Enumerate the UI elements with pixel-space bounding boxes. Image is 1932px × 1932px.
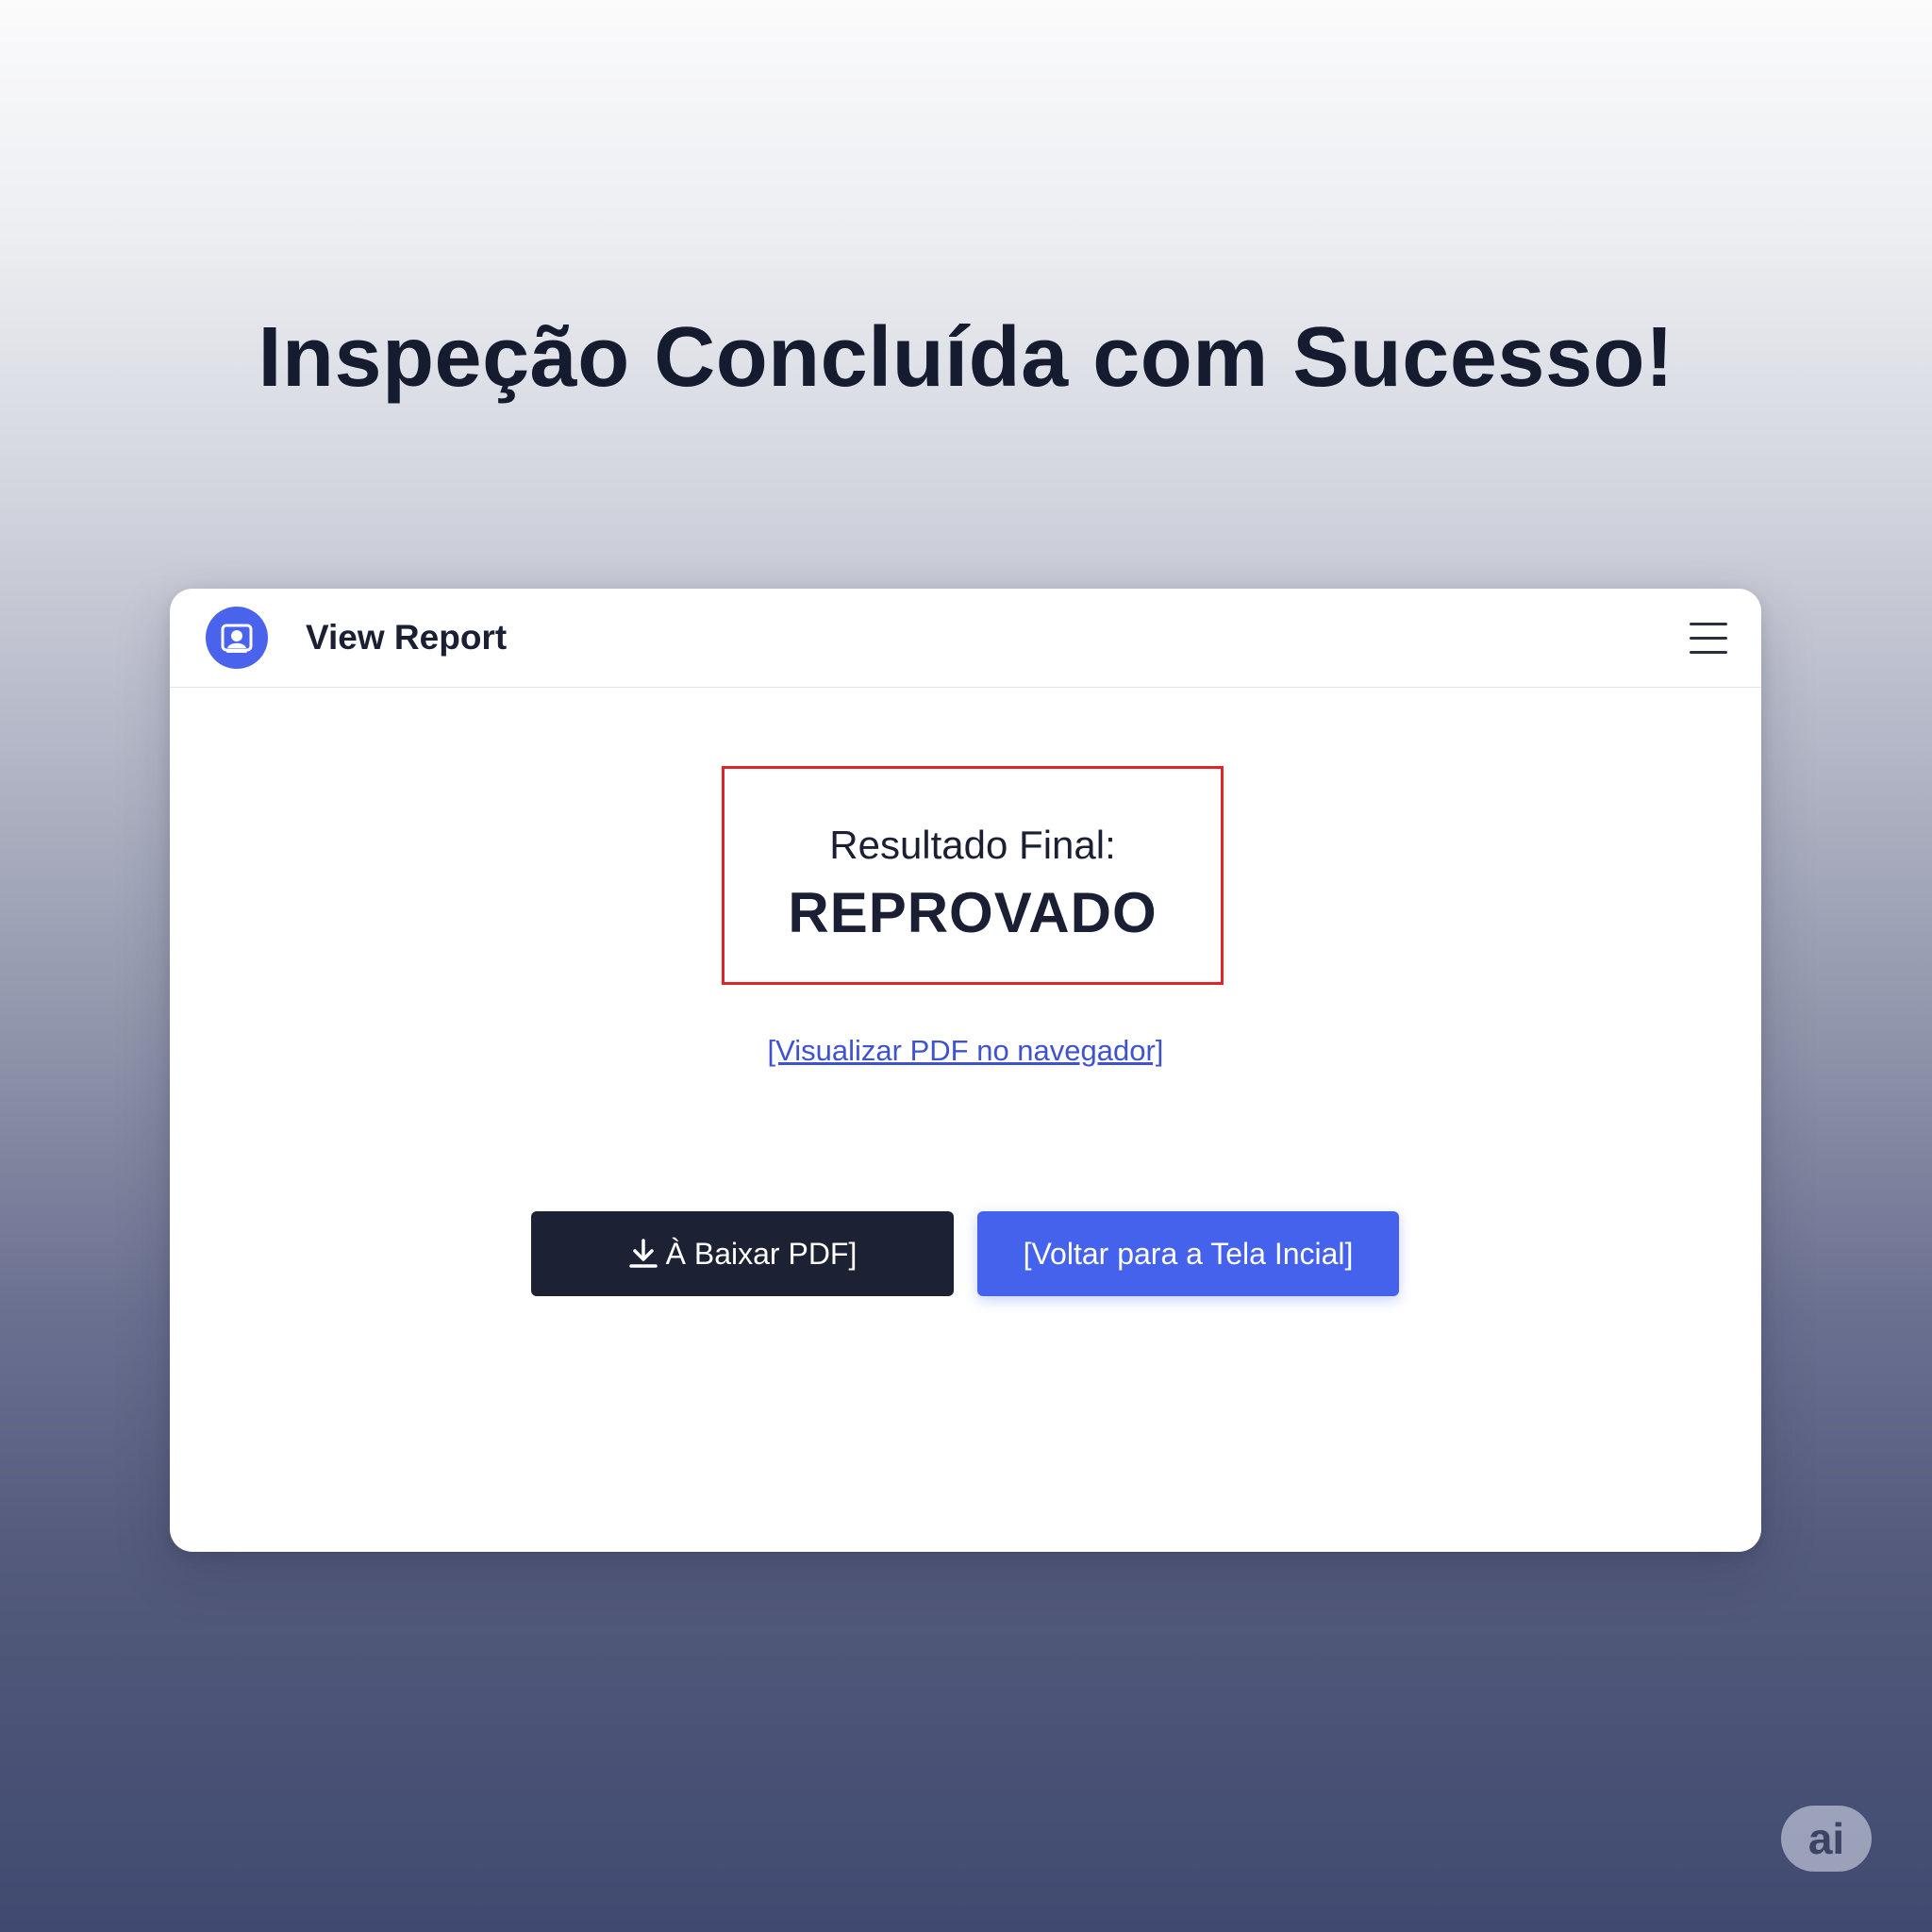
view-pdf-link-container: [Visualizar PDF no navegador] [170,1032,1761,1070]
header-title: View Report [306,618,508,657]
inspection-camera-icon [221,624,253,653]
menu-line [1690,637,1727,640]
result-box: Resultado Final: REPROVADO [722,766,1224,985]
result-value: REPROVADO [788,881,1158,944]
download-icon [628,1238,658,1270]
ai-badge: ai [1781,1806,1872,1872]
menu-line [1690,623,1727,625]
download-pdf-button[interactable]: À Baixar PDF] [531,1211,954,1296]
back-home-button[interactable]: [Voltar para a Tela Incial] [977,1211,1399,1296]
view-pdf-link[interactable]: [Visualizar PDF no navegador] [768,1034,1164,1067]
report-card: View Report Resultado Final: REPROVADO [… [170,589,1761,1552]
download-pdf-label: À Baixar PDF] [665,1236,858,1271]
app-logo [206,607,268,669]
result-label: Resultado Final: [829,823,1116,867]
hamburger-menu-icon[interactable] [1690,621,1727,655]
app-header: View Report [170,589,1761,688]
page-headline: Inspeção Concluída com Sucesso! [258,310,1674,405]
back-home-label: [Voltar para a Tela Incial] [1023,1236,1354,1271]
menu-line [1690,651,1727,654]
